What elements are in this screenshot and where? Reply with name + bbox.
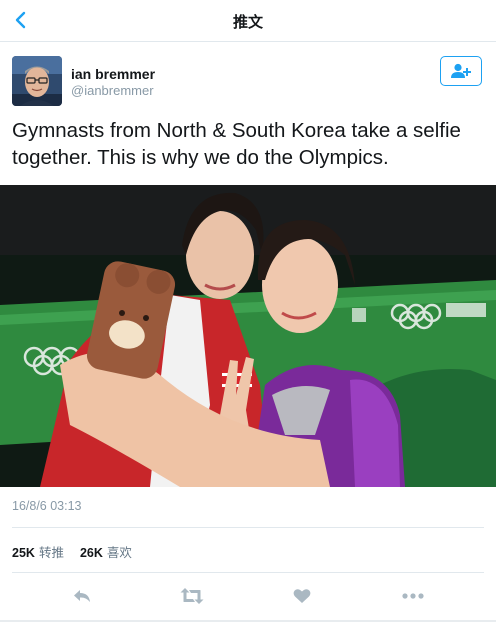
avatar[interactable]	[12, 56, 62, 106]
more-button[interactable]	[395, 582, 431, 610]
add-user-icon	[451, 63, 471, 78]
page-title: 推文	[232, 13, 263, 31]
tweet-text: Gymnasts from North & South Korea take a…	[12, 119, 461, 169]
tweet-stats: 25K 转推 26K 喜欢	[12, 542, 132, 561]
heart-icon	[293, 589, 311, 603]
retweet-count[interactable]: 25K 转推	[12, 542, 64, 561]
author-handle[interactable]: @ianbremmer	[71, 83, 154, 98]
like-count[interactable]: 26K 喜欢	[80, 542, 132, 561]
like-count-label: 喜欢	[106, 545, 132, 560]
retweet-icon	[180, 588, 204, 604]
tweet-timestamp[interactable]: 16/8/6 03:13	[12, 499, 82, 513]
retweet-button[interactable]	[174, 582, 210, 610]
follow-button[interactable]	[440, 56, 482, 86]
reply-icon	[74, 590, 90, 602]
tweet-header: ian bremmer @ianbremmer	[0, 42, 496, 112]
navigation-bar: 推文	[0, 0, 496, 42]
reply-button[interactable]	[64, 582, 100, 610]
divider	[12, 527, 484, 528]
tweet-photo[interactable]	[0, 185, 496, 487]
retweet-count-value: 25K	[12, 546, 35, 560]
like-count-value: 26K	[79, 546, 103, 560]
more-icon	[402, 593, 424, 599]
author-name[interactable]: ian bremmer	[71, 66, 155, 82]
divider	[12, 572, 484, 573]
retweet-count-label: 转推	[38, 545, 64, 560]
like-button[interactable]	[284, 582, 320, 610]
tweet-actions	[0, 582, 496, 610]
